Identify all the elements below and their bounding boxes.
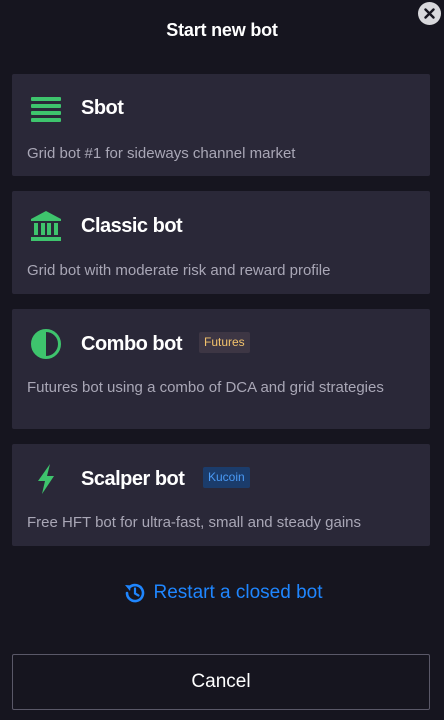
half-circle-icon	[30, 328, 62, 360]
bot-description: Grid bot with moderate risk and reward p…	[27, 262, 331, 279]
futures-badge: Futures	[199, 332, 250, 353]
restart-closed-bot-link[interactable]: Restart a closed bot	[0, 580, 444, 606]
close-icon	[424, 8, 435, 19]
bot-option-classic[interactable]: Classic bot Grid bot with moderate risk …	[12, 191, 430, 294]
bot-option-combo[interactable]: Combo bot Futures Futures bot using a co…	[12, 309, 430, 429]
kucoin-badge: Kucoin	[203, 467, 250, 488]
bot-option-sbot[interactable]: Sbot Grid bot #1 for sideways channel ma…	[12, 74, 430, 176]
bot-name: Combo bot	[81, 333, 183, 355]
bot-name: Classic bot	[81, 215, 183, 237]
lightning-icon	[30, 463, 62, 495]
restart-icon	[122, 580, 148, 606]
bot-description: Futures bot using a combo of DCA and gri…	[27, 379, 384, 396]
start-new-bot-dialog: Start new bot Sbot Grid bot #1 for sidew…	[0, 0, 444, 720]
bot-option-scalper[interactable]: Scalper bot Kucoin Free HFT bot for ultr…	[12, 444, 430, 546]
bot-name: Scalper bot	[81, 468, 185, 490]
bot-description: Grid bot #1 for sideways channel market	[27, 145, 296, 162]
dialog-title: Start new bot	[166, 20, 278, 40]
bot-description: Free HFT bot for ultra-fast, small and s…	[27, 514, 362, 531]
bank-building-icon	[30, 210, 62, 242]
cancel-button[interactable]: Cancel	[12, 654, 430, 710]
restart-label: Restart a closed bot	[153, 582, 323, 603]
grid-lines-icon	[30, 94, 62, 126]
bot-name: Sbot	[81, 97, 124, 119]
